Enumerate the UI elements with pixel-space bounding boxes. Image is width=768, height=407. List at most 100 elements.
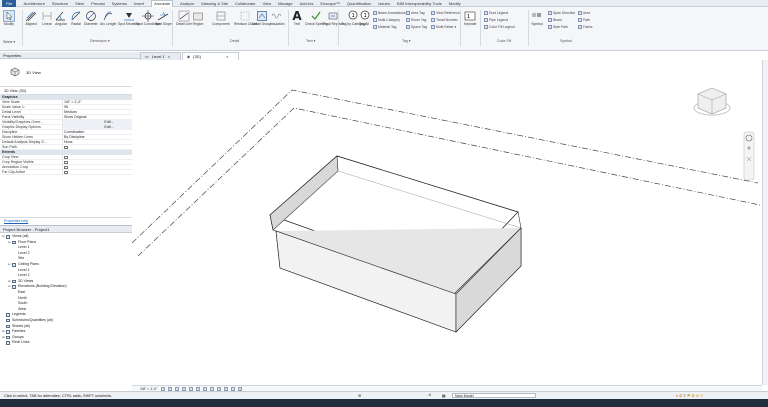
ribbon-tab-structure[interactable]: Structure xyxy=(52,1,68,6)
ribbon-tab-annotate[interactable]: Annotate xyxy=(151,0,174,7)
shadows-icon[interactable] xyxy=(181,386,186,391)
symbol-button[interactable]: Symbol xyxy=(531,10,543,26)
detail-group-button[interactable]: Detail Group xyxy=(252,10,271,26)
material-tag-button[interactable]: Material Tag xyxy=(373,25,396,29)
room-tag-button[interactable]: Room Tag xyxy=(406,18,426,22)
collapse-icon[interactable]: ⊟ xyxy=(2,234,5,240)
ribbon-tab-precast[interactable]: Precast xyxy=(91,1,105,6)
beam-symbol-button[interactable]: Beam xyxy=(548,18,562,22)
beam-annotations-icon xyxy=(373,11,377,15)
color-fill-legend-button[interactable]: Color Fill Legend xyxy=(484,25,515,29)
detail-level-icon[interactable] xyxy=(160,386,165,391)
tag-all-button[interactable]: 1 Tag All xyxy=(358,10,370,26)
detail-line-button[interactable]: Detail Line xyxy=(176,10,192,26)
checkbox[interactable] xyxy=(64,160,68,164)
ribbon-tab-massing-site[interactable]: Massing & Site xyxy=(201,1,228,6)
beam-annotations-button[interactable]: Beam Annotations xyxy=(373,11,406,15)
checkbox[interactable] xyxy=(64,170,68,174)
vertical-scrollbar[interactable] xyxy=(762,60,768,385)
ribbon-tab-systems[interactable]: Systems xyxy=(112,1,127,6)
view-reference-button[interactable]: View Reference xyxy=(431,11,460,15)
ribbon-tab-steel[interactable]: Steel xyxy=(75,1,84,6)
select-dropdown[interactable]: Select ▾ xyxy=(3,40,15,44)
path-symbol-button[interactable]: Path xyxy=(578,18,590,22)
linear-dimension-button[interactable]: Linear xyxy=(41,10,53,26)
ribbon-tab-issues[interactable]: Issues xyxy=(378,1,390,6)
diameter-dimension-button[interactable]: Diameter xyxy=(84,10,98,26)
sun-path-icon[interactable] xyxy=(174,386,179,391)
text-button[interactable]: A Text xyxy=(291,10,303,26)
ribbon-tab-add-ins[interactable]: Add-Ins xyxy=(300,1,314,6)
active-model-dropdown[interactable]: Main Model xyxy=(452,393,536,398)
temporary-hide-icon[interactable] xyxy=(216,386,221,391)
ribbon-tab-view[interactable]: View xyxy=(262,1,271,6)
lock-view-icon[interactable] xyxy=(209,386,214,391)
multi-category-icon xyxy=(373,18,377,22)
region-button[interactable]: Region xyxy=(192,10,204,26)
model-canvas[interactable] xyxy=(131,60,762,385)
spot-slope-button[interactable]: Spot Slope xyxy=(155,10,172,26)
expand-icon[interactable]: ⊞ xyxy=(2,335,5,341)
text-panel-label[interactable]: Text ▾ xyxy=(306,39,315,43)
ribbon-tab-modify[interactable]: Modify xyxy=(449,1,461,6)
tag-panel-label[interactable]: Tag ▾ xyxy=(402,39,411,43)
ribbon-tab-manage[interactable]: Manage xyxy=(278,1,292,6)
ribbon-tab-insert[interactable]: Insert xyxy=(134,1,144,6)
checkbox[interactable] xyxy=(64,155,68,159)
span-direction-button[interactable]: Span Direction xyxy=(548,11,575,15)
editing-requests-icon[interactable]: ▦ xyxy=(442,393,446,398)
close-icon[interactable]: × xyxy=(226,53,228,60)
ribbon-tab-collaborate[interactable]: Collaborate xyxy=(235,1,255,6)
keynote-button[interactable]: 1 Keynote xyxy=(464,10,476,26)
tab-level-1[interactable]: ▭ Level 1 × xyxy=(140,52,182,60)
selection-filter-icons[interactable]: ♦ ⛭ ⚲ ⚑ ⚙ ⊙ ▽ xyxy=(676,393,703,398)
angular-dimension-button[interactable]: Angular xyxy=(55,10,67,26)
arc-length-dimension-button[interactable]: Arc Length xyxy=(100,10,116,26)
ribbon-tab-architecture[interactable]: Architecture xyxy=(23,1,44,6)
visual-style-icon[interactable] xyxy=(167,386,172,391)
ribbon-tab-analyze[interactable]: Analyze xyxy=(180,1,194,6)
collapse-icon[interactable]: ⊟ xyxy=(8,240,11,246)
fabric-symbol-button[interactable]: Fabric xyxy=(578,25,592,29)
space-tag-button[interactable]: Space Tag xyxy=(406,25,427,29)
properties-help-link[interactable]: Properties help xyxy=(4,219,28,223)
area-tag-button[interactable]: Area Tag xyxy=(406,11,425,15)
ribbon-tab-quantification[interactable]: Quantification xyxy=(347,1,371,6)
checkbox[interactable] xyxy=(64,145,68,149)
modify-button[interactable]: Modify xyxy=(3,10,15,26)
stair-path-button[interactable]: Stair Path xyxy=(548,25,568,29)
3d-viewport[interactable] xyxy=(131,60,762,385)
crop-view-icon[interactable] xyxy=(195,386,200,391)
worksharing-display-icon[interactable] xyxy=(230,386,235,391)
ribbon-tab-enscape[interactable]: Enscape™ xyxy=(320,1,340,6)
panel-divider xyxy=(22,10,23,46)
collapse-icon[interactable]: ⊟ xyxy=(8,262,11,268)
dimension-panel-label[interactable]: Dimension ▾ xyxy=(90,39,110,43)
view-scale-selector[interactable]: 1/8" = 1'-0" xyxy=(140,387,158,391)
duct-legend-button[interactable]: Duct Legend xyxy=(484,11,508,15)
analytical-model-icon[interactable] xyxy=(237,386,242,391)
roof-model[interactable] xyxy=(269,155,522,333)
instance-filter-dropdown[interactable]: 3D View: {3D} xyxy=(4,89,26,93)
multi-rebar-button[interactable]: Multi-Rebar ▾ xyxy=(431,25,456,29)
navigation-bar[interactable] xyxy=(743,131,755,181)
aligned-dimension-button[interactable]: Aligned xyxy=(25,10,37,26)
workset-icon[interactable]: ⚙ xyxy=(358,393,361,398)
ribbon-tab-file[interactable]: File xyxy=(2,0,17,7)
pipe-legend-button[interactable]: Pipe Legend xyxy=(484,18,508,22)
tread-number-button[interactable]: Tread Number xyxy=(431,18,458,22)
view-cube[interactable] xyxy=(693,87,731,116)
insulation-button[interactable]: Insulation xyxy=(270,10,285,26)
component-button[interactable]: Component xyxy=(212,10,230,26)
collapse-icon[interactable]: ⊟ xyxy=(8,284,11,290)
show-crop-region-icon[interactable] xyxy=(202,386,207,391)
close-icon[interactable]: × xyxy=(168,53,170,60)
radial-dimension-button[interactable]: Radial xyxy=(70,10,82,26)
checkbox[interactable] xyxy=(64,165,68,169)
reveal-hidden-icon[interactable] xyxy=(223,386,228,391)
multi-category-button[interactable]: Multi-Category xyxy=(373,18,400,22)
tab-3d[interactable]: ◈ {3D} × xyxy=(182,52,240,60)
render-icon[interactable] xyxy=(188,386,193,391)
area-symbol-button[interactable]: Area xyxy=(578,11,590,15)
ribbon-tab-bim-interoperability-tools[interactable]: BIM Interoperability Tools xyxy=(397,1,442,6)
